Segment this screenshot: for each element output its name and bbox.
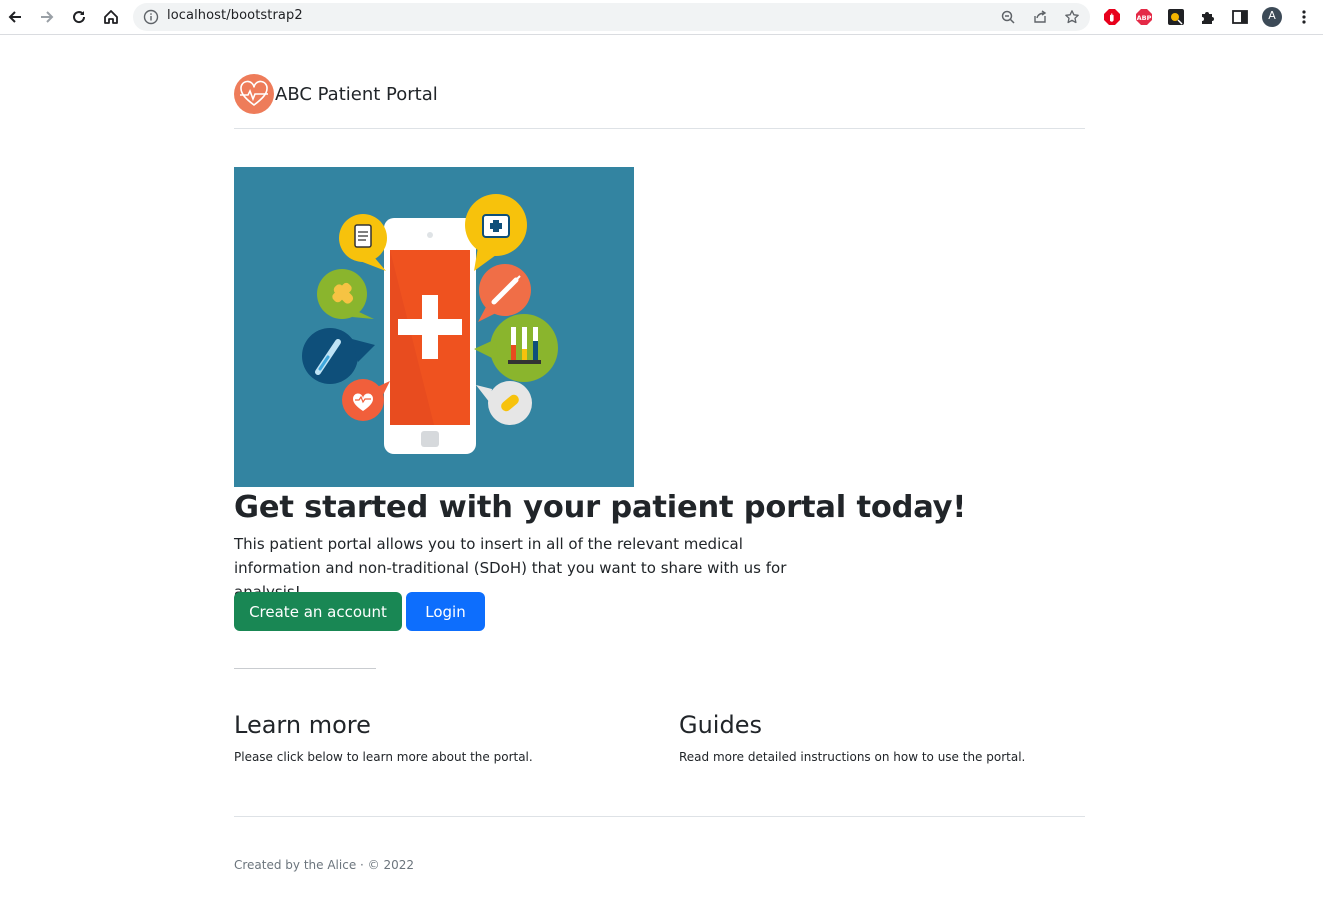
puzzle-icon[interactable] — [1198, 7, 1218, 27]
forward-arrow-icon — [41, 11, 54, 23]
hero-medical-illustration — [234, 167, 634, 487]
learn-more-heading: Learn more — [234, 711, 371, 739]
home-icon — [104, 10, 118, 24]
footer-credit: Created by the Alice · © 2022 — [234, 858, 414, 872]
zoom-icon[interactable] — [999, 8, 1017, 26]
abp-icon[interactable]: ABP — [1134, 7, 1154, 27]
adblock-icon[interactable] — [1102, 7, 1122, 27]
learn-more-text: Please click below to learn more about t… — [234, 750, 533, 764]
reload-button[interactable] — [67, 5, 91, 29]
extension-icon[interactable] — [1166, 7, 1186, 27]
profile-initial: A — [1268, 9, 1276, 22]
site-header: ABC Patient Portal — [234, 72, 1085, 129]
url-text: localhost/bootstrap2 — [167, 8, 303, 23]
browser-toolbar: localhost/bootstrap2 ABP A — [0, 0, 1323, 35]
info-icon[interactable] — [143, 9, 159, 25]
hero-title: Get started with your patient portal tod… — [234, 490, 967, 525]
profile-avatar[interactable]: A — [1262, 7, 1282, 27]
bookmark-star-icon[interactable] — [1063, 8, 1081, 26]
create-account-button[interactable]: Create an account — [234, 592, 402, 631]
reload-icon — [73, 11, 86, 24]
back-arrow-icon — [8, 11, 21, 23]
back-button[interactable] — [3, 5, 27, 29]
brand-name: ABC Patient Portal — [275, 83, 438, 105]
footer-divider — [234, 816, 1085, 817]
guides-text: Read more detailed instructions on how t… — [679, 750, 1026, 764]
forward-button[interactable] — [35, 5, 59, 29]
learn-more-section: Learn more Please click below to learn m… — [234, 707, 654, 766]
section-divider — [234, 668, 376, 669]
guides-heading: Guides — [679, 711, 762, 739]
login-button[interactable]: Login — [406, 592, 485, 631]
address-bar[interactable]: localhost/bootstrap2 — [133, 3, 1090, 31]
svg-text:ABP: ABP — [1137, 14, 1152, 22]
brand-link[interactable]: ABC Patient Portal — [234, 74, 438, 114]
share-icon[interactable] — [1031, 8, 1049, 26]
heart-pulse-logo-icon — [234, 74, 274, 114]
side-panel-icon[interactable] — [1230, 7, 1250, 27]
menu-kebab-icon[interactable] — [1294, 7, 1314, 27]
home-button[interactable] — [99, 5, 123, 29]
guides-section: Guides Read more detailed instructions o… — [679, 707, 1099, 766]
